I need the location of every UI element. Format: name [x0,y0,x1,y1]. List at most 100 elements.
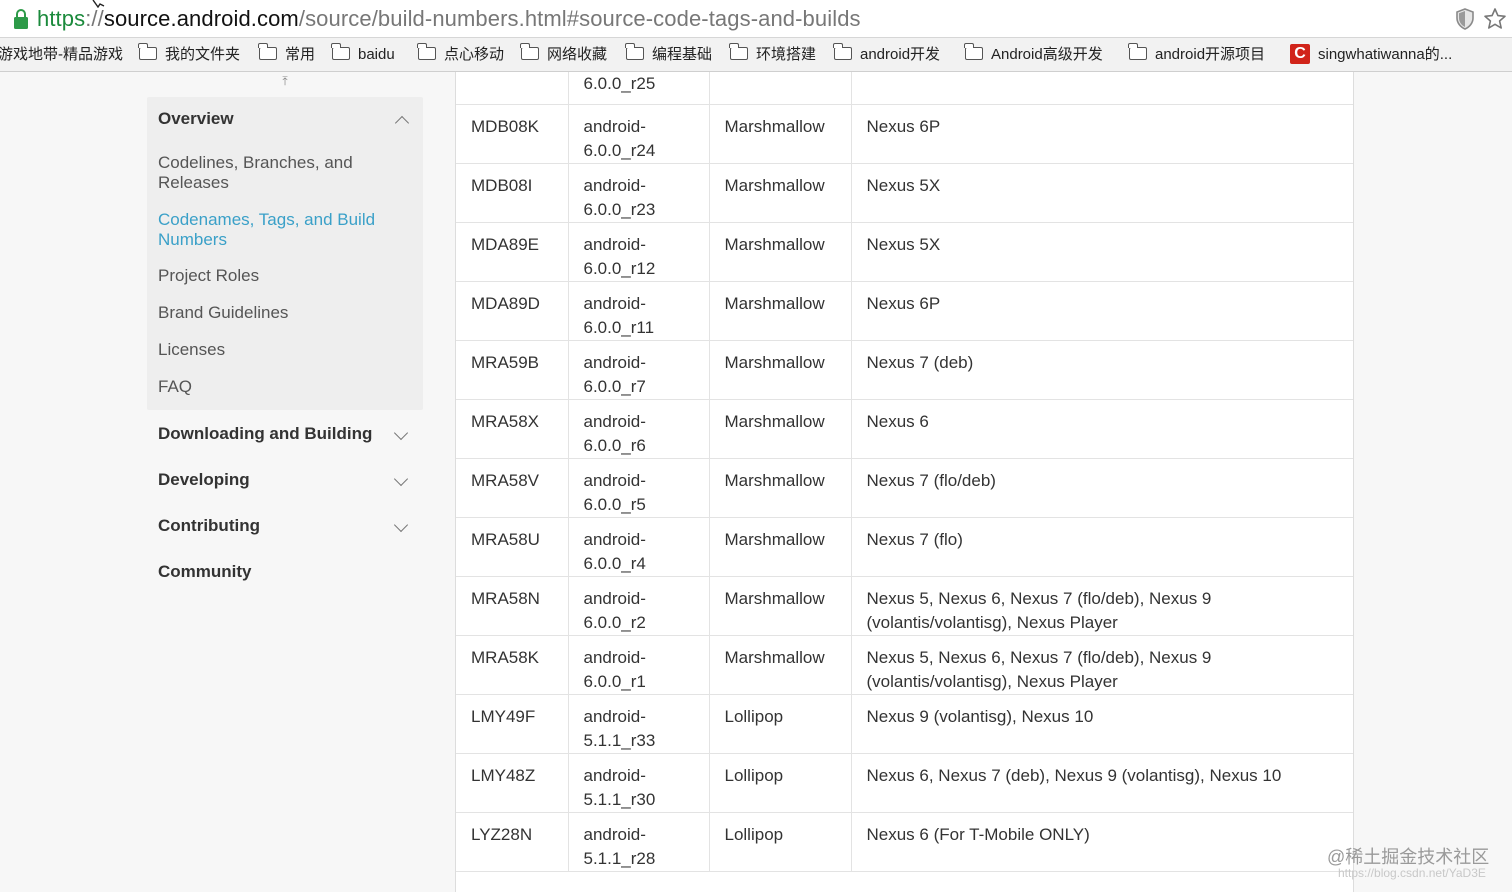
version-cell: Marshmallow [709,517,852,577]
folder-icon [729,43,748,60]
folder-icon [964,43,983,60]
build-cell: MDB08K [456,104,569,164]
url-scheme: https [37,6,86,31]
bookmark-item[interactable]: 游戏地带-精品游戏 [0,44,123,66]
devices-cell: Nexus 7 (deb) [851,340,1353,400]
build-cell: MDB08I [456,163,569,223]
bookmark-folder[interactable]: baidu [331,43,395,66]
tag-cell: android-6.0.0_r4 [568,517,710,577]
bookmark-label: singwhatiwanna的... [1318,46,1453,63]
folder-icon [625,43,644,60]
table-row: MDB08K android-6.0.0_r24 Marshmallow Nexus … [456,104,1353,164]
sidebar-item-codelines[interactable]: Codelines, Branches, and Releases [158,153,398,193]
bookmark-folder[interactable]: 点心移动 [417,43,504,66]
table-row: MDB08I android-6.0.0_r23 Marshmallow Nexus … [456,163,1353,223]
tag-cell: android-6.0.0_r1 [568,635,710,695]
tag-cell: android-5.1.1_r28 [568,812,710,872]
bookmark-folder[interactable]: 编程基础 [625,43,712,66]
bookmark-folder[interactable]: 我的文件夹 [138,43,241,66]
lock-icon [14,9,28,29]
sidebar-section-downloading[interactable]: Downloading and Building [158,424,372,444]
version-cell: Lollipop [709,694,852,754]
version-cell: Marshmallow [709,340,852,400]
table-row: MRA58U android-6.0.0_r4 Marshmallow Nexus 7… [456,517,1353,577]
bookmark-folder[interactable]: 环境搭建 [729,43,817,66]
bookmark-label: Android高级开发 [991,46,1103,63]
tag-cell: android-6.0.0_r12 [568,222,710,282]
folder-icon [833,43,852,60]
devices-cell: Nexus 6P [851,281,1353,341]
sidebar-section-overview[interactable]: Overview [158,109,234,129]
sidebar-section-developing[interactable]: Developing [158,470,250,490]
shield-icon[interactable] [1454,8,1476,30]
chevron-down-icon[interactable] [393,425,409,441]
url-separator: :// [85,6,104,31]
tag-cell: android-6.0.0_r24 [568,104,710,164]
scroll-to-top-icon[interactable]: ⤒ [274,74,296,88]
bookmark-label: android开发 [860,46,941,63]
chevron-up-icon[interactable] [394,115,410,131]
folder-icon [1128,43,1147,60]
sidebar-item-faq[interactable]: FAQ [158,377,398,397]
version-cell: Marshmallow [709,399,852,459]
bookmark-label: 环境搭建 [756,46,817,63]
devices-cell: Nexus 9 (volantisg), Nexus 10 [851,694,1353,754]
version-cell: Marshmallow [709,458,852,518]
build-numbers-table: 6.0.0_r25 MDB08K android-6.0.0_r24 Marshma… [456,72,1353,872]
table-row: LYZ28N android-5.1.1_r28 Lollipop Nexus 6 (… [456,812,1353,872]
bookmark-folder[interactable]: android开源项目 [1128,43,1265,66]
sidebar-section-community[interactable]: Community [158,562,252,582]
sidebar-item-brand-guidelines[interactable]: Brand Guidelines [158,303,398,323]
sidebar-item-codenames[interactable]: Codenames, Tags, and Build Numbers [158,210,398,250]
sidebar-item-project-roles[interactable]: Project Roles [158,266,398,286]
bookmark-folder[interactable]: android开发 [833,43,941,66]
build-cell: MRA58K [456,635,569,695]
devices-cell: Nexus 6 (For T-Mobile ONLY) [851,812,1353,872]
devices-cell [851,72,1353,105]
version-cell: Marshmallow [709,222,852,282]
build-cell: LMY48Z [456,753,569,813]
devices-cell: Nexus 5, Nexus 6, Nexus 7 (flo/deb), Nex… [851,576,1353,636]
table-row: MRA58V android-6.0.0_r5 Marshmallow Nexus 7… [456,458,1353,518]
table-row: LMY48Z android-5.1.1_r30 Lollipop Nexus 6, … [456,753,1353,813]
tag-cell: android-5.1.1_r30 [568,753,710,813]
mouse-cursor-icon [92,0,105,8]
folder-icon [138,43,157,60]
tag-cell: android-6.0.0_r6 [568,399,710,459]
bookmark-folder[interactable]: 网络收藏 [520,43,608,66]
bookmark-folder[interactable]: 常用 [258,43,315,66]
version-cell: Marshmallow [709,576,852,636]
chevron-down-icon[interactable] [393,471,409,487]
devices-cell: Nexus 5X [851,222,1353,282]
star-icon[interactable] [1483,7,1507,31]
table-row: MRA58X android-6.0.0_r6 Marshmallow Nexus 6 [456,399,1353,459]
bookmark-label: 我的文件夹 [165,46,241,63]
version-cell: Lollipop [709,753,852,813]
build-table-container: 6.0.0_r25 MDB08K android-6.0.0_r24 Marshma… [455,72,1354,892]
devices-cell: Nexus 6P [851,104,1353,164]
watermark-url: https://blog.csdn.net/YaD3E [1338,866,1486,880]
tag-cell: android-6.0.0_r7 [568,340,710,400]
folder-icon [331,43,350,60]
address-bar[interactable]: https://source.android.com/source/build-… [0,0,1512,38]
tag-cell: android-6.0.0_r2 [568,576,710,636]
devices-cell: Nexus 7 (flo/deb) [851,458,1353,518]
devices-cell: Nexus 6, Nexus 7 (deb), Nexus 9 (volanti… [851,753,1353,813]
table-row: MDA89E android-6.0.0_r12 Marshmallow Nexus … [456,222,1353,282]
tag-cell: android-6.0.0_r23 [568,163,710,223]
build-cell: MRA58V [456,458,569,518]
url-text[interactable]: https://source.android.com/source/build-… [37,5,861,33]
table-row: MRA58N android-6.0.0_r2 Marshmallow Nexus 5… [456,576,1353,636]
chevron-down-icon[interactable] [393,517,409,533]
sidebar-item-licenses[interactable]: Licenses [158,340,398,360]
bookmark-label: 网络收藏 [547,46,608,63]
version-cell: Lollipop [709,812,852,872]
folder-icon [258,43,277,60]
bookmark-item[interactable]: Csingwhatiwanna的... [1290,44,1452,66]
tag-cell: android-6.0.0_r11 [568,281,710,341]
bookmark-folder[interactable]: Android高级开发 [964,43,1103,66]
csdn-icon: C [1290,44,1310,64]
build-cell: MDA89E [456,222,569,282]
sidebar-section-contributing[interactable]: Contributing [158,516,260,536]
build-cell: MRA58X [456,399,569,459]
